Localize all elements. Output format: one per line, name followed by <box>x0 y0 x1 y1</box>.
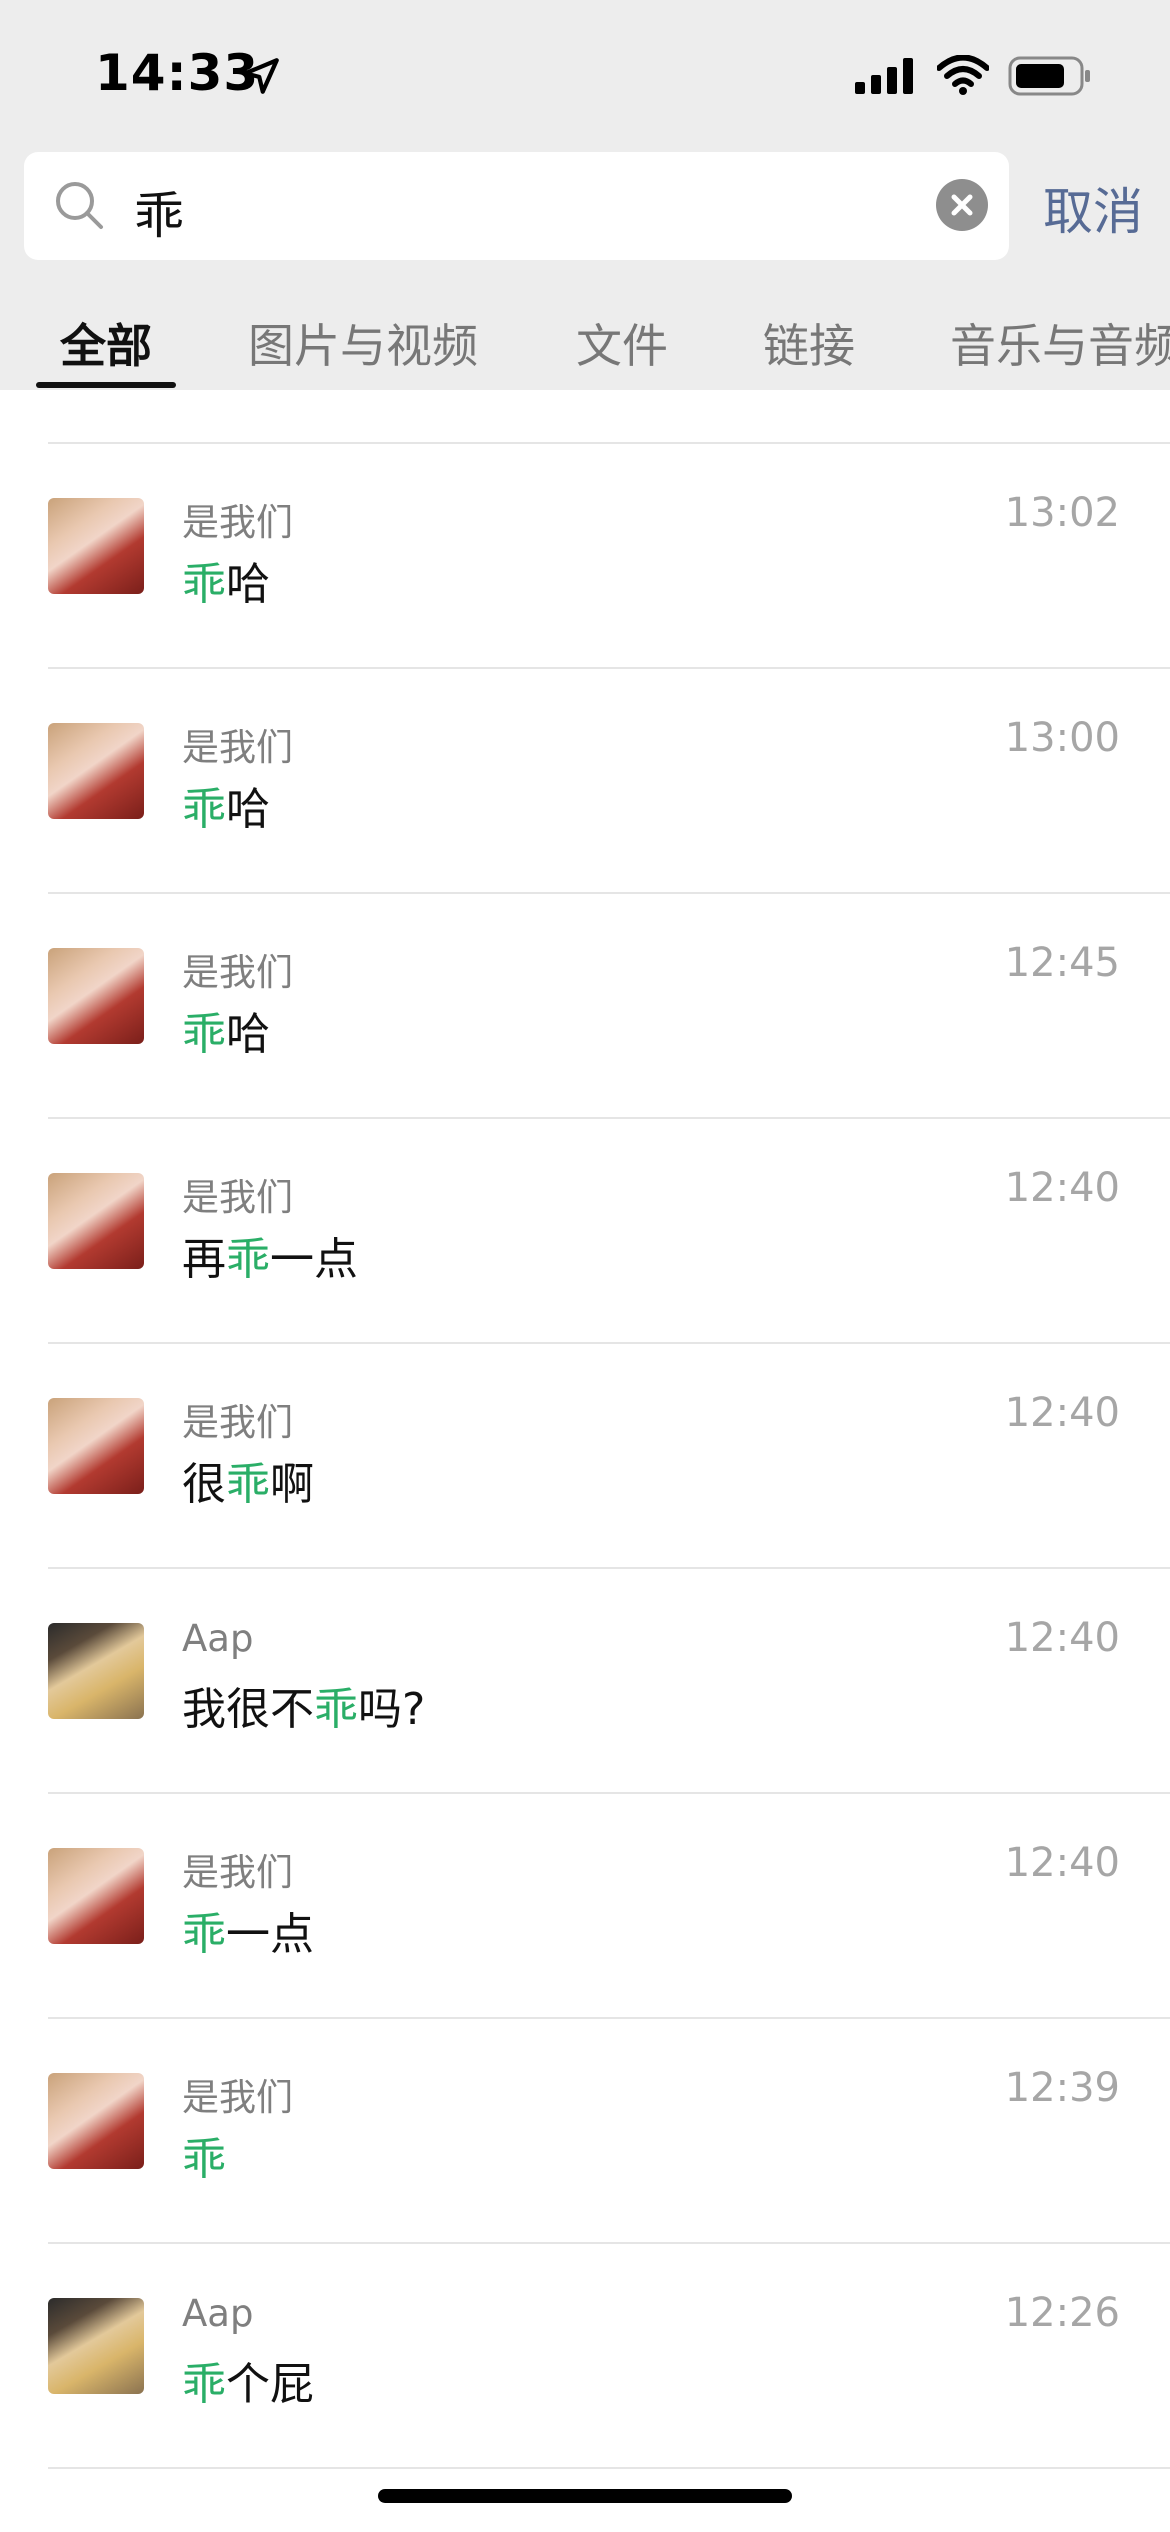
message-suffix: 个屁 <box>226 2359 314 2410</box>
message-time: 13:02 <box>1004 490 1120 536</box>
message-suffix: 哈 <box>226 559 270 610</box>
wifi-icon <box>937 55 989 95</box>
message-text: 乖哈 <box>182 548 270 612</box>
message-prefix: 再 <box>182 1234 226 1285</box>
avatar <box>48 948 144 1044</box>
avatar <box>48 498 144 594</box>
message-suffix: 一点 <box>270 1234 358 1285</box>
list-item[interactable]: Aap 12:26 乖个屁 <box>0 2244 1170 2469</box>
keyword-highlight: 乖 <box>182 559 226 610</box>
keyword-highlight: 乖 <box>182 2134 226 2185</box>
search-results-list: 是我们 13:02 乖哈 是我们 13:00 乖哈 是我们 12:45 乖哈 是… <box>0 444 1170 2469</box>
list-item[interactable]: 是我们 13:00 乖哈 <box>0 669 1170 894</box>
tab-music-audio[interactable]: 音乐与音频 <box>950 310 1170 376</box>
message-time: 12:40 <box>1004 1615 1120 1661</box>
message-suffix: 啊 <box>270 1459 314 1510</box>
keyword-highlight: 乖 <box>182 784 226 835</box>
message-text: 再乖一点 <box>182 1223 358 1287</box>
header-area: 14:33 乖 取消 全部 图片与视频 文件 链接 音乐与音频 <box>0 0 1170 390</box>
sender-name: 是我们 <box>182 1176 293 1219</box>
search-input[interactable]: 乖 <box>24 152 1009 260</box>
status-time: 14:33 <box>95 44 260 102</box>
tab-links[interactable]: 链接 <box>763 310 855 376</box>
search-icon <box>56 182 103 229</box>
cancel-button[interactable]: 取消 <box>1043 172 1143 244</box>
message-text: 很乖啊 <box>182 1448 314 1512</box>
tab-all[interactable]: 全部 <box>60 310 152 376</box>
sender-name: 是我们 <box>182 726 293 769</box>
cellular-signal-icon <box>855 58 913 94</box>
avatar <box>48 2073 144 2169</box>
sender-name: 是我们 <box>182 1851 293 1894</box>
message-suffix: 哈 <box>226 1009 270 1060</box>
message-text: 乖一点 <box>182 1898 314 1962</box>
sender-name: 是我们 <box>182 2076 293 2119</box>
avatar <box>48 1623 144 1719</box>
keyword-highlight: 乖 <box>226 1234 270 1285</box>
home-indicator <box>378 2489 792 2503</box>
message-suffix: 一点 <box>226 1909 314 1960</box>
avatar <box>48 1848 144 1944</box>
keyword-highlight: 乖 <box>182 1909 226 1960</box>
message-text: 乖哈 <box>182 773 270 837</box>
message-time: 12:39 <box>1004 2065 1120 2111</box>
list-item[interactable]: 是我们 12:45 乖哈 <box>0 894 1170 1119</box>
list-item[interactable]: 是我们 12:40 很乖啊 <box>0 1344 1170 1569</box>
message-text: 我很不乖吗? <box>182 1673 425 1737</box>
message-time: 13:00 <box>1004 715 1120 761</box>
tab-images-videos[interactable]: 图片与视频 <box>248 310 478 376</box>
list-item[interactable]: 是我们 13:02 乖哈 <box>0 444 1170 669</box>
message-time: 12:45 <box>1004 940 1120 986</box>
clear-icon[interactable] <box>936 179 988 231</box>
avatar <box>48 1173 144 1269</box>
message-suffix: 吗? <box>358 1684 426 1735</box>
message-text: 乖 <box>182 2123 226 2187</box>
sender-name: 是我们 <box>182 501 293 544</box>
message-text: 乖哈 <box>182 998 270 1062</box>
message-time: 12:40 <box>1004 1840 1120 1886</box>
message-prefix: 我很不 <box>182 1684 314 1735</box>
avatar <box>48 723 144 819</box>
location-arrow-icon <box>243 58 279 94</box>
message-suffix: 哈 <box>226 784 270 835</box>
active-tab-indicator <box>36 382 176 388</box>
avatar <box>48 1398 144 1494</box>
keyword-highlight: 乖 <box>182 2359 226 2410</box>
avatar <box>48 2298 144 2394</box>
sender-name: 是我们 <box>182 1401 293 1444</box>
search-query-text: 乖 <box>134 187 184 245</box>
list-item[interactable]: Aap 12:40 我很不乖吗? <box>0 1569 1170 1794</box>
tab-files[interactable]: 文件 <box>576 310 668 376</box>
message-time: 12:26 <box>1004 2290 1120 2336</box>
message-prefix: 很 <box>182 1459 226 1510</box>
sender-name: Aap <box>182 1617 254 1660</box>
list-item[interactable]: 是我们 12:39 乖 <box>0 2019 1170 2244</box>
divider <box>48 2467 1170 2469</box>
sender-name: 是我们 <box>182 951 293 994</box>
keyword-highlight: 乖 <box>314 1684 358 1735</box>
keyword-highlight: 乖 <box>182 1009 226 1060</box>
status-bar: 14:33 <box>0 0 1170 150</box>
list-item[interactable]: 是我们 12:40 再乖一点 <box>0 1119 1170 1344</box>
message-time: 12:40 <box>1004 1165 1120 1211</box>
sender-name: Aap <box>182 2292 254 2335</box>
message-time: 12:40 <box>1004 1390 1120 1436</box>
keyword-highlight: 乖 <box>226 1459 270 1510</box>
message-text: 乖个屁 <box>182 2348 314 2412</box>
battery-icon <box>1008 56 1090 96</box>
list-item[interactable]: 是我们 12:40 乖一点 <box>0 1794 1170 2019</box>
filter-tabs: 全部 图片与视频 文件 链接 音乐与音频 <box>0 300 1170 390</box>
